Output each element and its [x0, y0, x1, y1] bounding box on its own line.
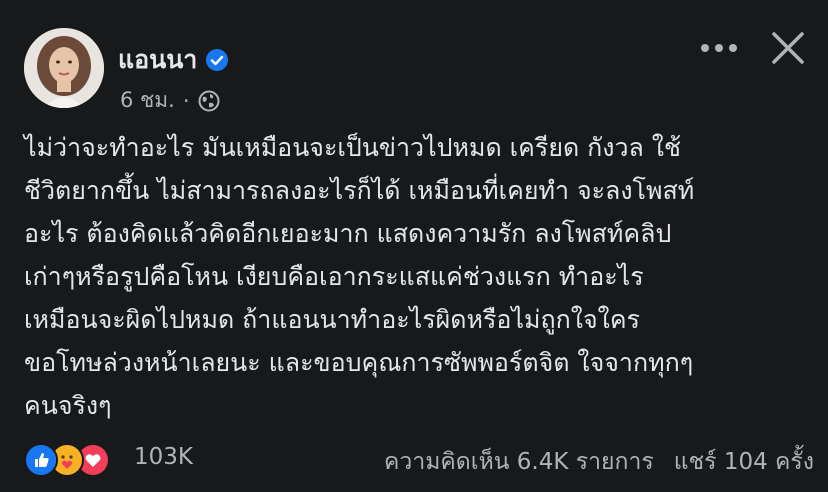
- close-icon: [772, 32, 804, 64]
- comments-count[interactable]: ความคิดเห็น 6.4K รายการ: [384, 444, 654, 480]
- post-body-line: เก่าๆหรือรูปคือโหน เงียบคือเอากระแสแค่ช่…: [24, 262, 644, 291]
- post-body-line: ขอโทษล่วงหน้าเลยนะ และขอบคุณการซัพพอร์ตจ…: [24, 348, 694, 377]
- more-options-icon: [701, 44, 737, 52]
- author-avatar[interactable]: [24, 28, 104, 108]
- post-footer: 103K ความคิดเห็น 6.4K รายการ แชร์ 104 คร…: [24, 440, 814, 480]
- meta-separator: ·: [182, 88, 190, 113]
- reactions-summary[interactable]: [24, 440, 110, 480]
- avatar-photo: [24, 28, 104, 108]
- shares-count[interactable]: แชร์ 104 ครั้ง: [674, 444, 814, 480]
- post-body-line: ชีวิตยากขึ้น ไม่สามารถลงอะไรก็ได้ เหมือน…: [24, 176, 695, 205]
- author-row: แอนนา: [118, 40, 229, 80]
- post-container: แอนนา 6 ชม. · ไม่ว่าจะทำอะไร มันเหมือนจะ…: [0, 0, 828, 492]
- post-body: ไม่ว่าจะทำอะไร มันเหมือนจะเป็นข่าวไปหมด …: [24, 126, 814, 427]
- engagement-stats: ความคิดเห็น 6.4K รายการ แชร์ 104 ครั้ง: [384, 444, 814, 480]
- post-body-line: อะไร ต้องคิดแล้วคิดอีกเยอะมาก แสดงความรั…: [24, 219, 672, 248]
- author-name[interactable]: แอนนา: [118, 40, 197, 80]
- post-body-line: เหมือนจะผิดไปหมด ถ้าแอนนาทำอะไรผิดหรือไม…: [24, 305, 640, 334]
- close-button[interactable]: [764, 24, 812, 72]
- post-meta: 6 ชม. ·: [120, 84, 220, 117]
- globe-icon[interactable]: [198, 90, 220, 112]
- post-body-line: คนจริงๆ: [24, 391, 112, 420]
- post-body-line: ไม่ว่าจะทำอะไร มันเหมือนจะเป็นข่าวไปหมด …: [24, 133, 681, 162]
- reaction-count[interactable]: 103K: [134, 444, 193, 470]
- post-timestamp[interactable]: 6 ชม.: [120, 84, 175, 117]
- like-icon: [24, 443, 58, 477]
- more-options-button[interactable]: [697, 30, 741, 66]
- verified-badge-icon: [205, 48, 229, 72]
